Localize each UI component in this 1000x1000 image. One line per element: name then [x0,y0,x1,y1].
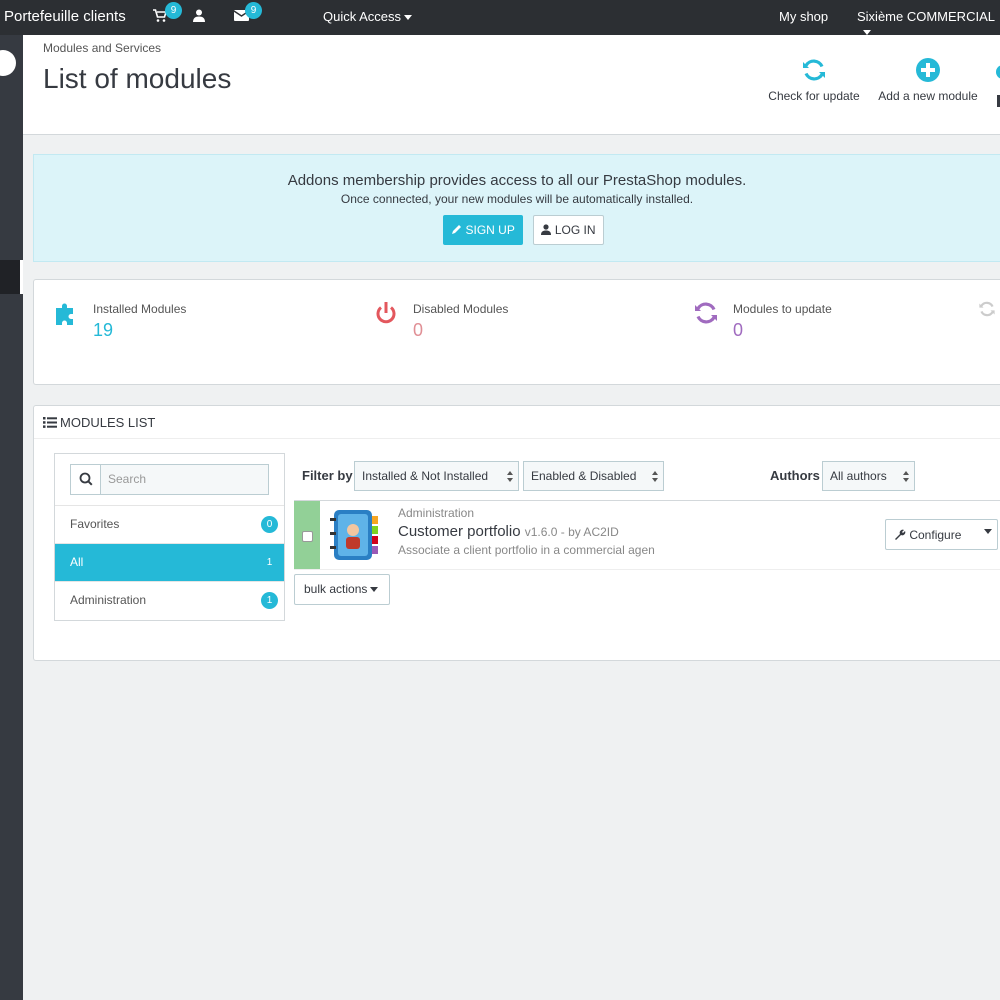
filter-by-label: Filter by [302,468,353,483]
select-arrows-icon [507,471,513,483]
configure-main[interactable]: Configure [894,528,961,542]
kpi-label: Disabled Modules [413,302,509,316]
module-search-field[interactable]: Search [70,464,269,495]
category-count-badge: 0 [261,516,278,533]
check-for-update-button[interactable]: Check for update [765,57,863,103]
addons-title: Addons membership provides access to all… [287,172,747,189]
kpi-value: 19 [93,320,114,340]
module-select-checkbox[interactable] [302,531,313,542]
sidebar-toggle-button[interactable] [0,50,16,76]
bulk-actions-button[interactable]: bulk actions [294,574,390,605]
breadcrumb[interactable]: Modules and Services [43,41,161,55]
category-label: Administration [70,593,147,607]
kpi-label: Installed Modules [93,302,187,316]
modules-list-panel: Modules list Search Favorites 0 All 1 Ad… [33,405,1000,661]
sidebar [0,35,23,1000]
chevron-down-icon [370,587,379,593]
select-arrows-icon [652,471,658,483]
refresh-icon[interactable] [978,300,996,318]
puzzle-icon [56,303,73,325]
kpi-label: Modules to update [733,302,832,316]
modules-list-title: Modules list [60,415,156,430]
kpi-value: 0 [733,320,744,340]
enabled-status-value: Enabled & Disabled [531,469,637,483]
pencil-icon [452,225,462,234]
module-category: Administration [398,506,475,520]
check-for-update-label: Check for update [768,89,860,103]
add-new-module-button[interactable]: Add a new module [875,57,981,103]
sidebar-item-modules[interactable] [0,260,23,294]
quick-access-menu[interactable]: Quick Access [323,9,413,24]
power-icon [376,302,396,324]
quick-access-label: Quick Access [323,9,402,24]
module-row: Administration Customer portfolio v1.6.0… [294,500,1000,570]
category-item-all[interactable]: All 1 [55,543,284,581]
category-count-badge: 1 [261,592,278,609]
module-status-bar [294,501,320,569]
authors-select[interactable]: All authors [822,461,915,491]
toolbar-overflow-icon[interactable] [996,65,1000,79]
module-logo-icon [330,510,378,560]
kpi-value: 0 [413,320,424,340]
configure-label: Configure [909,528,962,542]
user-icon [541,224,552,235]
log-in-label: LOG IN [554,223,596,237]
addons-membership-panel: Addons membership provides access to all… [33,154,1000,262]
add-new-module-label: Add a new module [878,89,978,103]
authors-value: All authors [830,469,887,483]
enabled-status-select[interactable]: Enabled & Disabled [523,461,664,491]
sign-up-button[interactable]: SIGN UP [443,215,523,245]
category-item-favorites[interactable]: Favorites 0 [55,505,284,543]
chevron-down-icon [404,15,413,21]
modules-list-header: Modules list [34,406,1000,439]
category-filter-list: Search Favorites 0 All 1 Administration … [54,453,285,621]
refresh-icon [695,302,717,324]
kpi-panel: Installed Modules 19 Disabled Modules 0 … [33,279,1000,385]
shop-name[interactable]: Portefeuille clients [4,8,126,25]
user-name: Sixième COMMERCIAL [857,9,995,24]
log-in-button[interactable]: LOG IN [533,215,604,245]
category-item-administration[interactable]: Administration 1 [55,581,284,619]
module-title: Customer portfolio v1.6.0 - by AC2ID [398,523,619,540]
authors-label: Authors [770,468,820,483]
plus-circle-icon [916,58,940,82]
search-input[interactable]: Search [108,472,146,486]
user-icon[interactable] [193,9,211,27]
select-arrows-icon [903,471,909,483]
list-icon [43,417,57,428]
install-status-select[interactable]: Installed & Not Installed [354,461,519,491]
top-navbar: Portefeuille clients 9 9 Quick Access My… [0,0,1000,36]
my-shop-link[interactable]: My shop [779,9,828,24]
chevron-down-icon[interactable] [984,529,992,534]
configure-button[interactable]: Configure [885,519,998,550]
search-icon [71,465,101,494]
category-label: All [70,555,84,569]
messages-badge: 9 [245,2,262,19]
wrench-icon [895,529,906,540]
sign-up-label: SIGN UP [465,223,515,237]
category-count-badge: 1 [266,557,273,568]
page-header: Modules and Services List of modules Che… [23,35,1000,135]
install-status-value: Installed & Not Installed [362,469,489,483]
addons-subtitle: Once connected, your new modules will be… [340,192,694,206]
bulk-actions-label: bulk actions [304,582,368,596]
module-version-author: v1.6.0 - by AC2ID [524,525,619,539]
category-label: Favorites [70,517,120,531]
cart-badge: 9 [165,2,182,19]
module-name: Customer portfolio [398,523,521,540]
module-description: Associate a client portfolio in a commer… [398,543,655,557]
page-title: List of modules [43,63,232,94]
refresh-icon [803,59,825,81]
